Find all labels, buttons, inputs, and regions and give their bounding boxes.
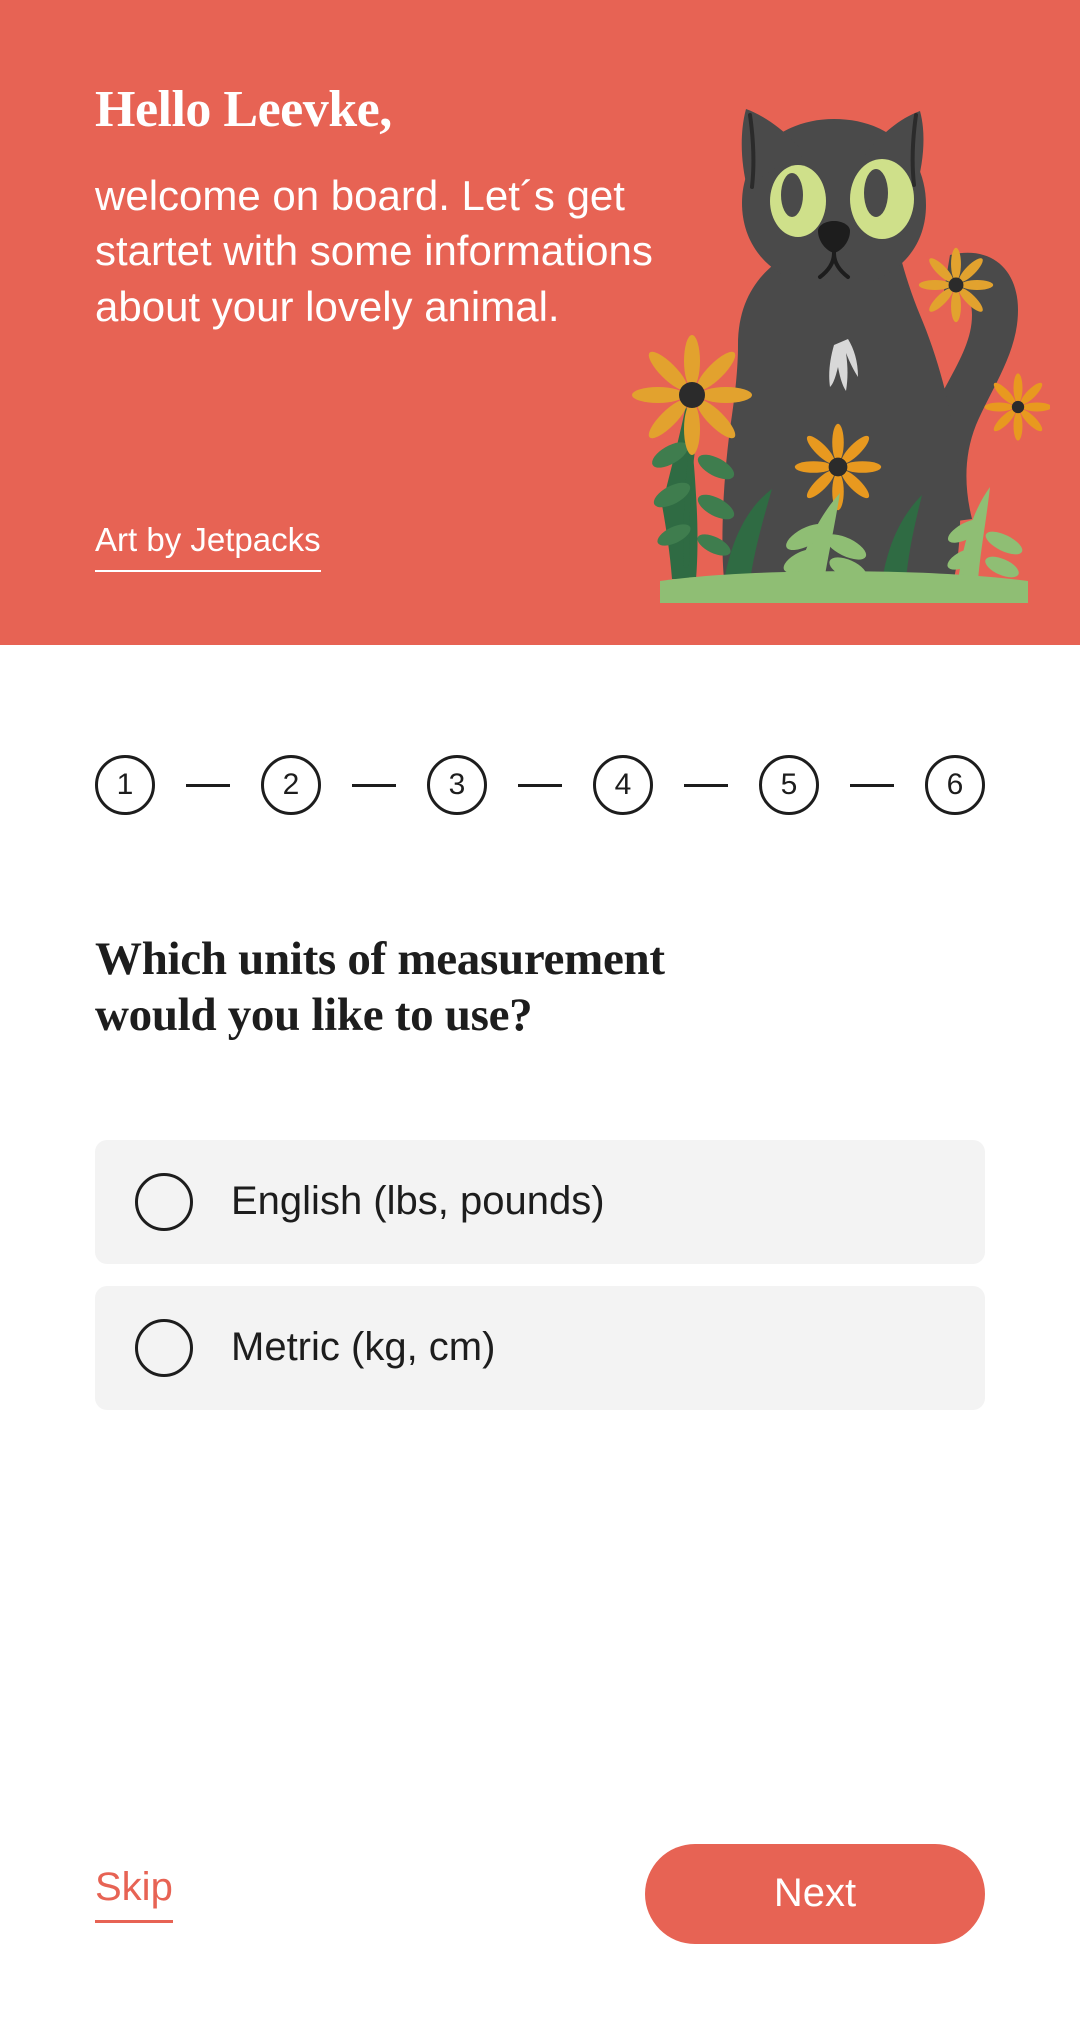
- next-button[interactable]: Next: [645, 1843, 985, 1944]
- option-english-label: English (lbs, pounds): [231, 1179, 605, 1224]
- onboarding-screen: Hello Leevke, welcome on board. Let´s ge…: [0, 0, 1080, 2021]
- option-english[interactable]: English (lbs, pounds): [95, 1139, 985, 1264]
- skip-link[interactable]: Skip: [95, 1865, 173, 1923]
- step-3[interactable]: 3: [427, 755, 487, 815]
- question-heading: Which units of measurement would you lik…: [95, 933, 665, 1042]
- step-6-label: 6: [946, 768, 964, 801]
- black-cat-with-flowers-illustration: [620, 95, 1050, 605]
- options-group: English (lbs, pounds) Metric (kg, cm): [95, 1139, 985, 1410]
- step-5[interactable]: 5: [759, 755, 819, 815]
- footer-actions: Skip Next: [0, 1821, 1080, 2021]
- option-metric[interactable]: Metric (kg, cm): [95, 1285, 985, 1410]
- step-4[interactable]: 4: [593, 755, 653, 815]
- step-1-label: 1: [116, 768, 134, 801]
- greeting-heading: Hello Leevke,: [95, 81, 392, 138]
- step-6[interactable]: 6: [925, 755, 985, 815]
- intro-paragraph: welcome on board. Let´s get startet with…: [95, 171, 653, 330]
- step-4-label: 4: [614, 768, 632, 801]
- step-5-label: 5: [780, 768, 798, 801]
- step-2-label: 2: [282, 768, 300, 801]
- step-connector-1: [186, 783, 230, 787]
- step-connector-4: [684, 783, 728, 787]
- form-content: 1 2 3 4 5 6 Which units of measurement w…: [0, 755, 1080, 1410]
- hero-banner: Hello Leevke, welcome on board. Let´s ge…: [0, 0, 1080, 645]
- art-credit-link[interactable]: Art by Jetpacks: [95, 520, 321, 572]
- step-indicator: 1 2 3 4 5 6: [95, 755, 985, 815]
- radio-button-icon-metric[interactable]: [135, 1318, 193, 1377]
- step-connector-5: [850, 783, 894, 787]
- hero-text-block: Hello Leevke, welcome on board. Let´s ge…: [95, 80, 655, 334]
- radio-button-icon-english[interactable]: [135, 1172, 193, 1231]
- step-3-label: 3: [448, 768, 466, 801]
- credit-link-wrapper: Art by Jetpacks: [95, 520, 321, 572]
- step-1[interactable]: 1: [95, 755, 155, 815]
- step-connector-3: [518, 783, 562, 787]
- option-metric-label: Metric (kg, cm): [231, 1325, 496, 1370]
- step-connector-2: [352, 783, 396, 787]
- step-2[interactable]: 2: [261, 755, 321, 815]
